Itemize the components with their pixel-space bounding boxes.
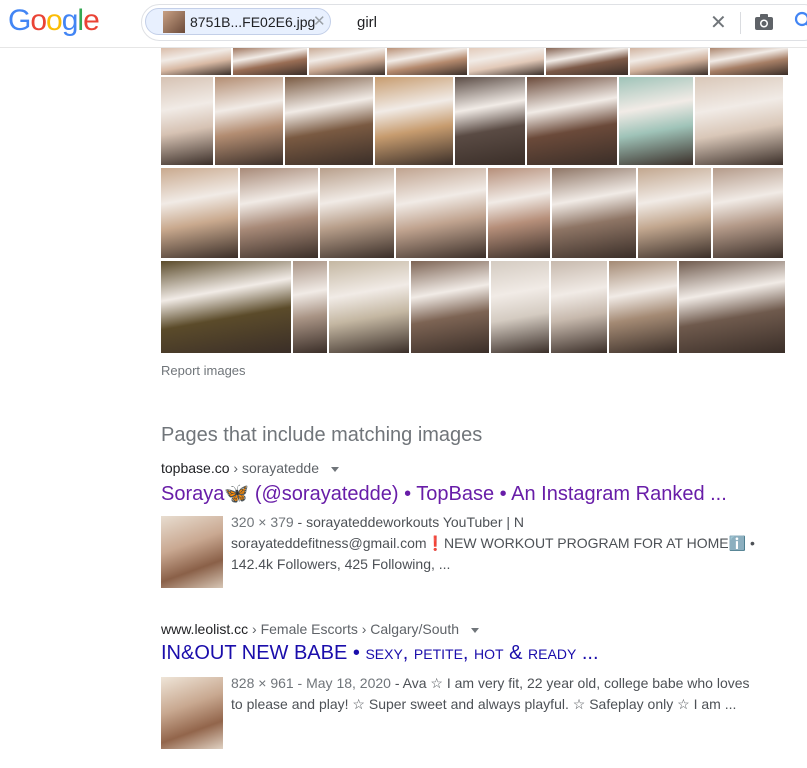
similar-image-thumbnail[interactable]: [552, 168, 636, 258]
section-title: Pages that include matching images: [161, 424, 483, 446]
search-box[interactable]: 8751B...FE02E6.jpg ✕ girl ✕: [141, 4, 807, 41]
result-path: Female Escorts › Calgary/South: [260, 621, 459, 637]
result-title-link[interactable]: IN&OUT NEW BABE • sexy, petite, hot & re…: [161, 642, 781, 665]
result-image-size: 320 × 379: [231, 514, 294, 530]
result-title-link[interactable]: Soraya🦋 (@sorayatedde) • TopBase • An In…: [161, 481, 781, 506]
similar-image-thumbnail[interactable]: [161, 47, 231, 75]
chip-remove-icon[interactable]: ✕: [313, 12, 326, 30]
search-image-chip[interactable]: 8751B...FE02E6.jpg ✕: [145, 8, 331, 35]
thumbnail-row: [161, 47, 788, 75]
result-breadcrumb[interactable]: topbase.co › sorayatedde: [161, 460, 781, 476]
clear-search-icon[interactable]: ✕: [710, 10, 727, 35]
similar-image-thumbnail[interactable]: [309, 47, 385, 75]
similar-image-thumbnail[interactable]: [455, 77, 525, 165]
result-title-smallcaps: sexy, petite, hot & ready ...: [365, 642, 599, 664]
similar-image-thumbnail[interactable]: [695, 77, 783, 165]
similar-image-thumbnail[interactable]: [713, 168, 783, 258]
search-divider: [740, 12, 741, 34]
result-site: www.leolist.cc: [161, 621, 249, 637]
logo-letter: o: [46, 4, 63, 37]
similar-image-thumbnail[interactable]: [161, 168, 238, 258]
search-icon[interactable]: [794, 11, 807, 31]
camera-icon[interactable]: [754, 13, 774, 31]
logo-letter: e: [83, 4, 100, 37]
logo-letter: g: [61, 4, 79, 37]
result-image-size: 828 × 961 - May 18, 2020: [231, 675, 391, 691]
chip-image-thumbnail: [163, 11, 185, 33]
similar-image-thumbnail[interactable]: [161, 77, 213, 165]
similar-image-thumbnail[interactable]: [215, 77, 283, 165]
result-site: topbase.co: [161, 460, 230, 476]
similar-image-thumbnail[interactable]: [710, 47, 788, 75]
similar-image-thumbnail[interactable]: [396, 168, 486, 258]
result-thumbnail[interactable]: [161, 516, 223, 588]
similar-image-thumbnail[interactable]: [619, 77, 693, 165]
search-query-input[interactable]: girl: [357, 14, 377, 31]
result-snippet-line: - Ava ☆ I am very fit, 22 year old, coll…: [390, 675, 750, 691]
thumbnail-row: [161, 77, 785, 165]
similar-image-thumbnail[interactable]: [411, 261, 489, 353]
result-title-main: IN&OUT NEW BABE •: [161, 642, 366, 664]
result-breadcrumb[interactable]: www.leolist.cc › Female Escorts › Calgar…: [161, 621, 781, 637]
similar-image-thumbnail[interactable]: [551, 261, 607, 353]
similar-image-thumbnail[interactable]: [387, 47, 467, 75]
result-path-separator: ›: [233, 460, 242, 476]
similar-image-thumbnail[interactable]: [161, 261, 291, 353]
similar-image-thumbnail[interactable]: [469, 47, 544, 75]
similar-image-thumbnail[interactable]: [638, 168, 711, 258]
result-menu-caret-icon[interactable]: [330, 466, 339, 472]
similar-image-thumbnail[interactable]: [320, 168, 394, 258]
similar-image-thumbnail[interactable]: [527, 77, 617, 165]
result-thumbnail[interactable]: [161, 677, 223, 749]
result-snippet-line: to please and play! ☆ Super sweet and al…: [231, 696, 737, 712]
result-path-separator: ›: [252, 621, 261, 637]
result-snippet: 320 × 379 - sorayateddeworkouts YouTuber…: [231, 512, 771, 575]
result-snippet-line: sorayateddefitness@gmail.com❗NEW WORKOUT…: [231, 535, 755, 551]
similar-image-thumbnail[interactable]: [233, 47, 307, 75]
result-snippet-line: - sorayateddeworkouts YouTuber | N: [293, 514, 525, 530]
similar-image-thumbnail[interactable]: [679, 261, 785, 353]
chip-filename: 8751B...FE02E6.jpg: [190, 14, 316, 30]
result-path: sorayatedde: [241, 460, 320, 476]
report-images-link[interactable]: Report images: [161, 363, 246, 378]
similar-image-thumbnail[interactable]: [546, 47, 628, 75]
logo-letter: G: [8, 4, 31, 37]
similar-image-thumbnail[interactable]: [285, 77, 373, 165]
similar-image-thumbnail[interactable]: [630, 47, 708, 75]
search-result: www.leolist.cc › Female Escorts › Calgar…: [161, 621, 781, 749]
search-result: topbase.co › sorayatedde Soraya🦋 (@soray…: [161, 460, 781, 588]
thumbnail-row: [161, 168, 785, 258]
top-bar: Google 8751B...FE02E6.jpg ✕ girl ✕: [0, 0, 807, 48]
result-snippet: 828 × 961 - May 18, 2020 - Ava ☆ I am ve…: [231, 673, 771, 715]
result-snippet-line: 142.4k Followers, 425 Following, ...: [231, 556, 451, 572]
google-logo[interactable]: Google: [8, 4, 100, 38]
similar-image-thumbnail[interactable]: [609, 261, 677, 353]
similar-image-thumbnail[interactable]: [293, 261, 327, 353]
similar-image-thumbnail[interactable]: [240, 168, 318, 258]
similar-image-thumbnail[interactable]: [375, 77, 453, 165]
similar-image-thumbnail[interactable]: [491, 261, 549, 353]
similar-image-thumbnail[interactable]: [488, 168, 550, 258]
logo-letter: o: [30, 4, 47, 37]
thumbnail-row: [161, 261, 785, 353]
similar-image-thumbnail[interactable]: [329, 261, 409, 353]
result-menu-caret-icon[interactable]: [470, 627, 479, 633]
